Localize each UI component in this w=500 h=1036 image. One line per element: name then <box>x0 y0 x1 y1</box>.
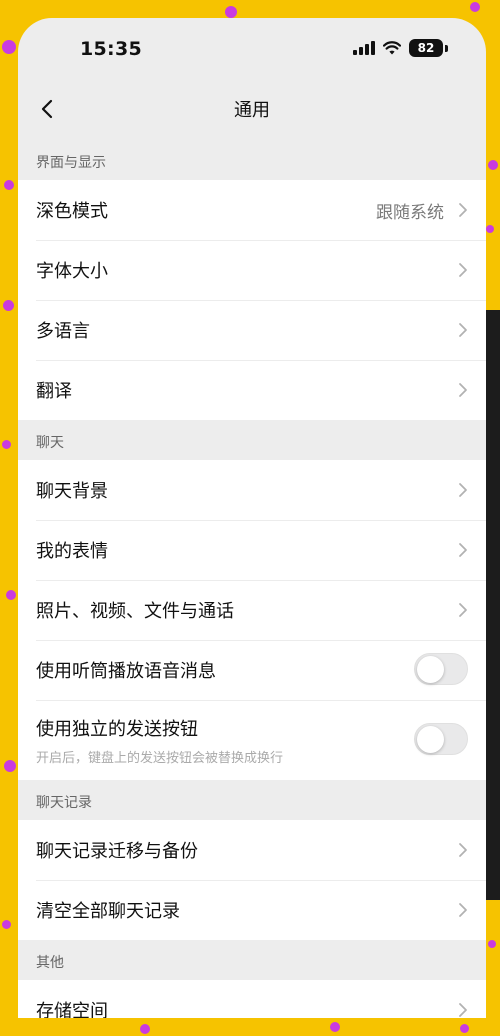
row-label: 存储空间 <box>36 1001 108 1018</box>
row-label: 我的表情 <box>36 541 108 562</box>
my-stickers-row[interactable]: 我的表情 <box>18 520 486 580</box>
cellular-signal-icon <box>353 41 375 55</box>
earpiece-playback-row: 使用听筒播放语音消息 <box>18 640 486 700</box>
chevron-right-icon <box>459 203 467 217</box>
row-label: 使用听筒播放语音消息 <box>36 661 216 682</box>
section-header-chat: 聊天 <box>36 435 64 451</box>
row-subtitle: 开启后，键盘上的发送按钮会被替换成换行 <box>36 750 284 766</box>
chevron-right-icon <box>459 543 467 557</box>
row-text: 使用独立的发送按钮 开启后，键盘上的发送按钮会被替换成换行 <box>36 715 283 766</box>
media-files-calls-row[interactable]: 照片、视频、文件与通话 <box>18 580 486 640</box>
row-label: 字体大小 <box>36 261 108 282</box>
separate-send-button-row: 使用独立的发送按钮 开启后，键盘上的发送按钮会被替换成换行 <box>18 700 486 780</box>
battery-tip <box>445 44 448 52</box>
settings-group-other: 存储空间 <box>18 980 486 1018</box>
nav-bar: 通用 <box>18 78 486 140</box>
wifi-icon <box>383 41 401 55</box>
row-label: 深色模式 <box>36 201 108 222</box>
toggle-knob <box>417 656 444 683</box>
battery-icon: 82 <box>409 39 443 57</box>
separate-send-button-toggle[interactable] <box>414 723 468 755</box>
chevron-right-icon <box>459 603 467 617</box>
chevron-right-icon <box>459 903 467 917</box>
status-icons: 82 <box>353 39 448 57</box>
row-label: 翻译 <box>36 381 72 402</box>
section-header-records: 聊天记录 <box>36 795 92 811</box>
settings-group-chat: 聊天背景 我的表情 照片、视频、文件与通话 使用听筒播放语音消息 使用独立的发送… <box>18 460 486 780</box>
toggle-knob <box>417 726 444 753</box>
chat-background-row[interactable]: 聊天背景 <box>18 460 486 520</box>
row-label: 清空全部聊天记录 <box>36 901 180 922</box>
translate-row[interactable]: 翻译 <box>18 360 486 420</box>
row-label: 聊天记录迁移与备份 <box>36 841 198 862</box>
row-value: 跟随系统 <box>376 202 444 223</box>
storage-row[interactable]: 存储空间 <box>18 980 486 1018</box>
row-label: 多语言 <box>36 321 90 342</box>
migrate-backup-row[interactable]: 聊天记录迁移与备份 <box>18 820 486 880</box>
chevron-right-icon <box>459 263 467 277</box>
row-label: 聊天背景 <box>36 481 108 502</box>
row-label: 照片、视频、文件与通话 <box>36 601 234 622</box>
phone-screen: 15:35 82 通用 界面与显示 深色模式 跟随系统 字体大小 多语言 翻译 … <box>18 18 486 1018</box>
status-bar: 15:35 82 <box>18 18 486 78</box>
chevron-right-icon <box>459 323 467 337</box>
row-label: 使用独立的发送按钮 <box>36 718 198 740</box>
chevron-right-icon <box>459 843 467 857</box>
chevron-right-icon <box>459 383 467 397</box>
section-header-display: 界面与显示 <box>36 155 106 171</box>
dark-mode-row[interactable]: 深色模式 跟随系统 <box>18 180 486 240</box>
page-title: 通用 <box>234 100 270 121</box>
language-row[interactable]: 多语言 <box>18 300 486 360</box>
chevron-right-icon <box>459 483 467 497</box>
font-size-row[interactable]: 字体大小 <box>18 240 486 300</box>
section-header-other: 其他 <box>36 955 64 971</box>
settings-group-display: 深色模式 跟随系统 字体大小 多语言 翻译 <box>18 180 486 420</box>
chevron-right-icon <box>459 1003 467 1017</box>
clear-history-row[interactable]: 清空全部聊天记录 <box>18 880 486 940</box>
status-time: 15:35 <box>80 38 142 60</box>
earpiece-playback-toggle[interactable] <box>414 653 468 685</box>
settings-group-records: 聊天记录迁移与备份 清空全部聊天记录 <box>18 820 486 940</box>
